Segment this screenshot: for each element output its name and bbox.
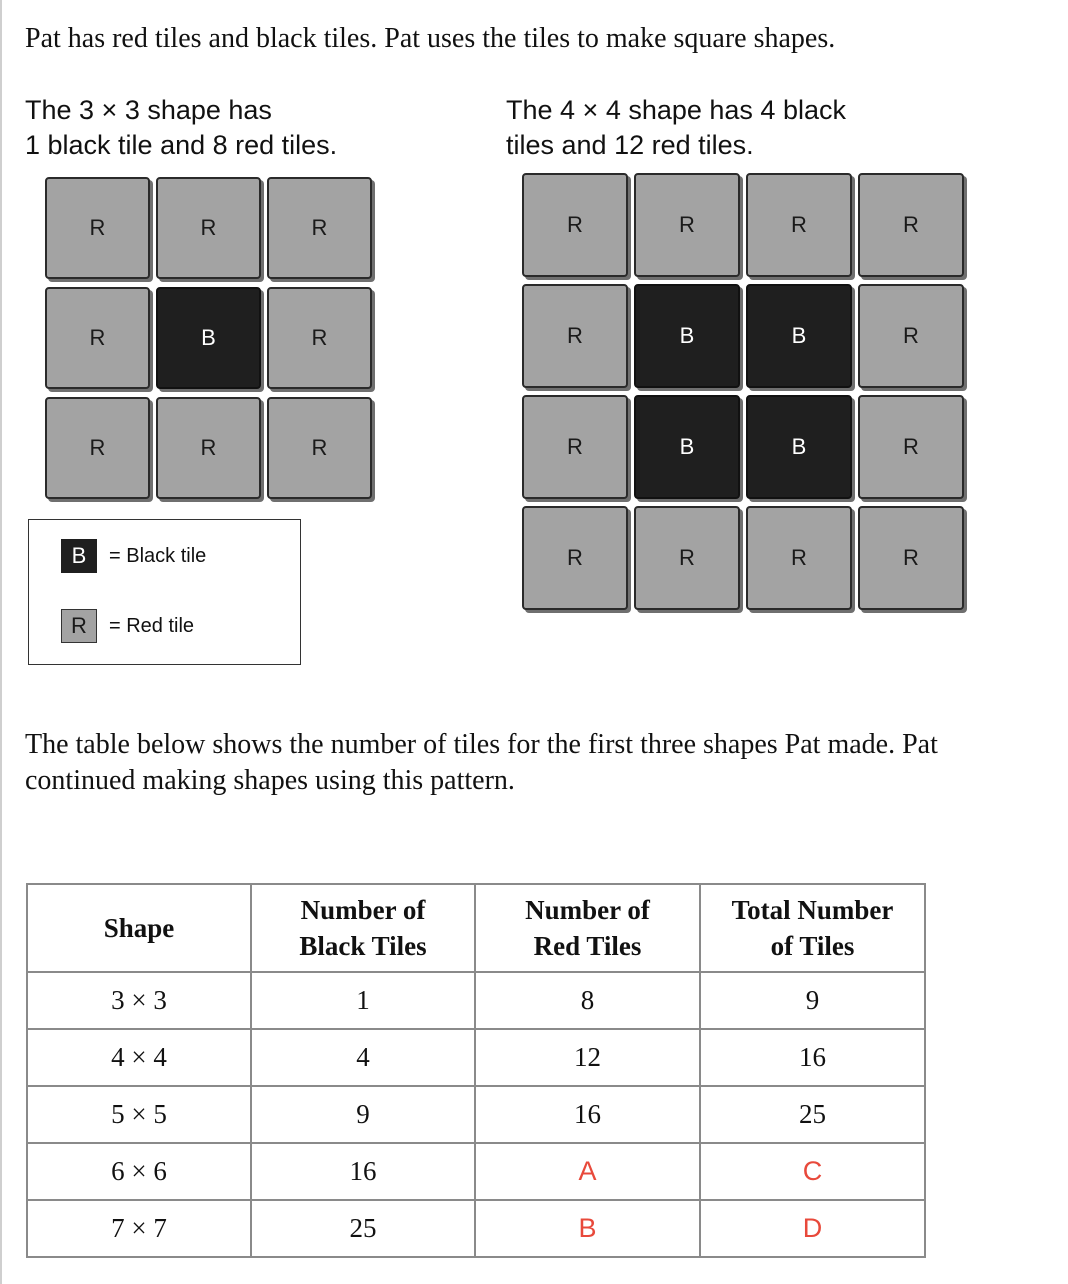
red-tile-swatch: R — [61, 609, 97, 643]
shape-3x3-caption: The 3 × 3 shape has 1 black tile and 8 r… — [25, 93, 337, 163]
table-cell: 9 — [699, 971, 926, 1030]
table-row: 7 × 7 25 B D — [26, 1199, 926, 1258]
column-header-line: Number of — [300, 895, 426, 925]
black-tile: B — [634, 395, 740, 499]
legend-row-red: R = Red tile — [61, 609, 194, 643]
table-cell: 7 × 7 — [26, 1199, 252, 1258]
table-row: 4 × 4 4 12 16 — [26, 1028, 926, 1087]
column-header-line: Black Tiles — [299, 931, 427, 961]
black-tile: B — [634, 284, 740, 388]
red-tile: R — [522, 506, 628, 610]
red-tile: R — [156, 397, 261, 499]
column-header-line: Number of — [525, 895, 650, 925]
table-cell: 3 × 3 — [26, 971, 252, 1030]
answer-placeholder-cell: D — [699, 1199, 926, 1258]
caption-line: tiles and 12 red tiles. — [506, 130, 754, 160]
table-cell: 9 — [250, 1085, 476, 1144]
black-tile: B — [746, 395, 852, 499]
column-header-line: Shape — [103, 913, 175, 943]
table-cell: 16 — [699, 1028, 926, 1087]
column-header-line: of Tiles — [770, 931, 855, 961]
table-cell: 25 — [250, 1199, 476, 1258]
column-header: Shape — [26, 883, 252, 973]
red-tile: R — [45, 397, 150, 499]
column-header: Total Number of Tiles — [699, 883, 926, 973]
legend-row-black: B = Black tile — [61, 539, 206, 573]
red-tile: R — [746, 173, 852, 277]
column-header: Number of Black Tiles — [250, 883, 476, 973]
tile-legend: B = Black tile R = Red tile — [28, 519, 301, 665]
black-tile: B — [746, 284, 852, 388]
black-tile-swatch: B — [61, 539, 97, 573]
intro-text: Pat has red tiles and black tiles. Pat u… — [25, 23, 836, 54]
left-margin-rule — [0, 0, 2, 1284]
table-cell: 4 × 4 — [26, 1028, 252, 1087]
red-tile: R — [746, 506, 852, 610]
red-tile: R — [522, 284, 628, 388]
table-cell: 6 × 6 — [26, 1142, 252, 1201]
table-cell: 5 × 5 — [26, 1085, 252, 1144]
tile-grid-3x3: RRRRBRRRR — [45, 177, 372, 499]
black-tile-label: = Black tile — [109, 544, 207, 567]
red-tile: R — [522, 173, 628, 277]
table-row: 5 × 5 9 16 25 — [26, 1085, 926, 1144]
table-body: 3 × 31894 × 4 4 12 16 5 × 5 9 16 25 6 × 6 16 A C 7 ×… — [26, 971, 926, 1258]
red-tile: R — [267, 287, 372, 389]
tile-grid-4x4: RRRRRBBRRBBRRRRR — [522, 173, 964, 610]
table-cell: 25 — [699, 1085, 926, 1144]
red-tile: R — [45, 177, 150, 279]
column-header-line: Total Number — [731, 895, 894, 925]
column-header-line: Red Tiles — [533, 931, 642, 961]
table-cell: 12 — [474, 1028, 701, 1087]
table-cell: 8 — [474, 971, 701, 1030]
column-header: Number of Red Tiles — [474, 883, 701, 973]
caption-line: The 3 × 3 shape has — [25, 95, 272, 125]
red-tile: R — [156, 177, 261, 279]
red-tile: R — [45, 287, 150, 389]
answer-placeholder-cell: C — [699, 1142, 926, 1201]
red-tile: R — [858, 395, 964, 499]
table-row: 3 × 3189 — [26, 971, 926, 1030]
red-tile: R — [522, 395, 628, 499]
red-tile-label: = Red tile — [109, 614, 195, 637]
table-header-row: Shape Number of Black Tiles Number of Red Ti… — [26, 883, 926, 973]
table-description: The table below shows the number of tile… — [25, 729, 938, 796]
red-tile: R — [858, 284, 964, 388]
answer-placeholder-cell: B — [474, 1199, 701, 1258]
table-cell: 16 — [474, 1085, 701, 1144]
red-tile: R — [858, 506, 964, 610]
table-cell: 4 — [250, 1028, 476, 1087]
caption-line: The 4 × 4 shape has 4 black — [506, 95, 846, 125]
shape-4x4-caption: The 4 × 4 shape has 4 black tiles and 12… — [506, 93, 846, 163]
red-tile: R — [267, 397, 372, 499]
table-cell: 16 — [250, 1142, 476, 1201]
red-tile: R — [267, 177, 372, 279]
table-cell: 1 — [250, 971, 476, 1030]
red-tile: R — [858, 173, 964, 277]
table-row: 6 × 6 16 A C — [26, 1142, 926, 1201]
red-tile: R — [634, 173, 740, 277]
caption-line: 1 black tile and 8 red tiles. — [25, 130, 338, 160]
red-tile: R — [634, 506, 740, 610]
tiles-table: Shape Number of Black Tiles Number of Red Ti… — [26, 883, 926, 1258]
black-tile: B — [156, 287, 261, 389]
answer-placeholder-cell: A — [474, 1142, 701, 1201]
